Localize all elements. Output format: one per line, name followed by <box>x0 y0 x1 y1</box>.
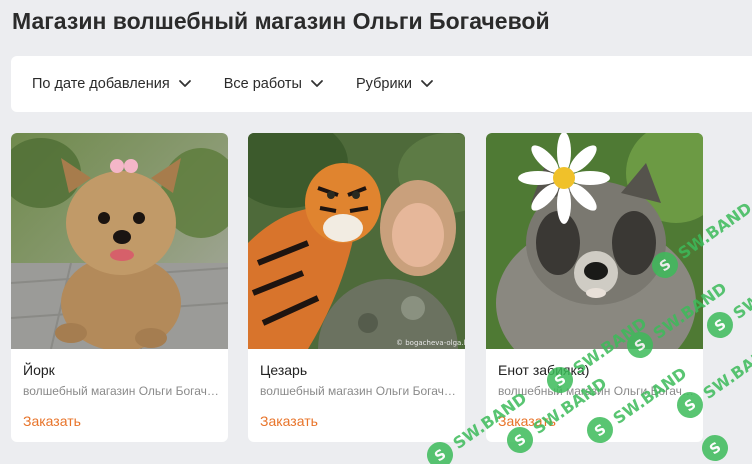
product-photo[interactable] <box>486 133 703 349</box>
svg-text:S: S <box>707 439 724 458</box>
shop-name[interactable]: волшебный магазин Ольги Богачевой <box>23 384 219 398</box>
order-link[interactable]: Заказать <box>23 413 81 429</box>
order-link[interactable]: Заказать <box>260 413 318 429</box>
page-title: Магазин волшебный магазин Ольги Богачево… <box>12 8 550 34</box>
sort-by-date-label: По дате добавления <box>32 76 170 92</box>
watermark-text: SW.BAND <box>730 258 752 322</box>
chevron-down-icon <box>420 79 434 89</box>
filter-bar: По дате добавления Все работы Рубрики <box>11 56 752 112</box>
product-card[interactable]: Йорк волшебный магазин Ольги Богачевой З… <box>11 133 228 442</box>
photo-caption: © bogacheva-olga.livemaster <box>396 339 465 347</box>
order-link[interactable]: Заказать <box>498 413 556 429</box>
chevron-down-icon <box>310 79 324 89</box>
product-title[interactable]: Йорк <box>23 362 55 378</box>
watermark-text: SW.BAND <box>700 338 752 402</box>
product-photo[interactable] <box>11 133 228 349</box>
product-photo[interactable]: © bogacheva-olga.livemaster <box>248 133 465 349</box>
all-works-dropdown[interactable]: Все работы <box>224 76 324 92</box>
product-title[interactable]: Енот забияка) <box>498 362 589 378</box>
sort-by-date-dropdown[interactable]: По дате добавления <box>32 76 192 92</box>
svg-text:S: S <box>712 316 729 335</box>
product-title[interactable]: Цезарь <box>260 362 307 378</box>
product-card[interactable]: Енот забияка) волшебный магазин Ольги Бо… <box>486 133 703 442</box>
all-works-label: Все работы <box>223 76 302 92</box>
svg-text:S: S <box>432 446 449 464</box>
shop-name[interactable]: волшебный магазин Ольги Богачевой <box>260 384 456 398</box>
rubrics-label: Рубрики <box>355 76 412 92</box>
product-card[interactable]: © bogacheva-olga.livemaster Цезарь волше… <box>248 133 465 442</box>
chevron-down-icon <box>178 79 192 89</box>
shop-name[interactable]: волшебный магазин Ольги Богачевой <box>498 384 694 398</box>
rubrics-dropdown[interactable]: Рубрики <box>356 76 434 92</box>
